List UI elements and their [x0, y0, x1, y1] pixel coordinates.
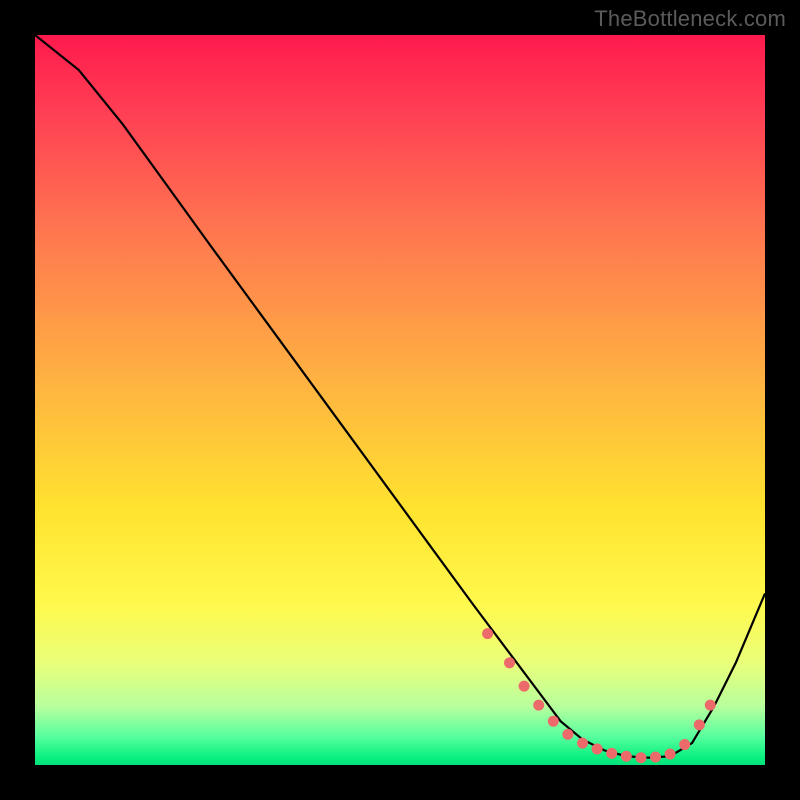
marker-dot	[621, 751, 632, 762]
chart-curve	[35, 35, 765, 758]
marker-dot	[577, 738, 588, 749]
marker-dot	[562, 729, 573, 740]
marker-dot	[665, 749, 676, 760]
watermark-text: TheBottleneck.com	[594, 6, 786, 32]
marker-dot	[606, 748, 617, 759]
chart-svg	[35, 35, 765, 765]
chart-markers	[482, 628, 716, 763]
marker-dot	[482, 628, 493, 639]
chart-plot-area	[35, 35, 765, 765]
marker-dot	[592, 743, 603, 754]
marker-dot	[548, 716, 559, 727]
marker-dot	[650, 751, 661, 762]
marker-dot	[705, 700, 716, 711]
marker-dot	[694, 719, 705, 730]
marker-dot	[679, 739, 690, 750]
marker-dot	[635, 752, 646, 763]
marker-dot	[519, 681, 530, 692]
marker-dot	[533, 700, 544, 711]
marker-dot	[504, 657, 515, 668]
